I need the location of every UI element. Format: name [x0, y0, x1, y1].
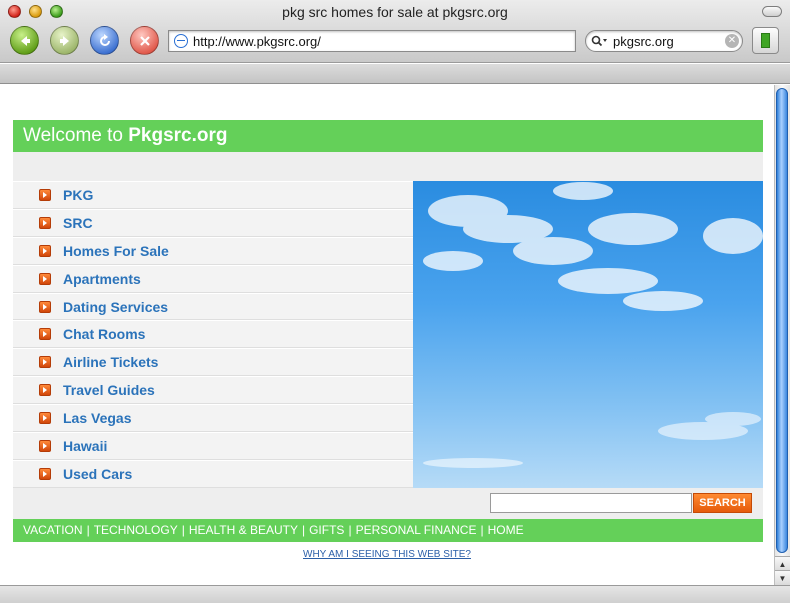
- welcome-prefix: Welcome to: [23, 125, 129, 146]
- bottom-nav-link[interactable]: TECHNOLOGY: [94, 523, 178, 537]
- bottom-nav-link[interactable]: HEALTH & BEAUTY: [189, 523, 298, 537]
- header-strip: [13, 152, 763, 181]
- orange-arrow-bullet-icon: [39, 467, 51, 480]
- orange-arrow-bullet-icon: [39, 216, 51, 229]
- link-list-item[interactable]: PKG: [13, 181, 413, 209]
- link-list-item[interactable]: Airline Tickets: [13, 348, 413, 377]
- link-list-item[interactable]: Travel Guides: [13, 376, 413, 405]
- link-list-item[interactable]: SRC: [13, 208, 413, 237]
- link-list-item[interactable]: Dating Services: [13, 292, 413, 321]
- nav-separator: |: [181, 523, 185, 537]
- stop-button[interactable]: [130, 26, 159, 55]
- reload-icon: [99, 33, 110, 46]
- reload-button[interactable]: [90, 26, 119, 55]
- link-label[interactable]: Homes For Sale: [63, 243, 169, 259]
- bottom-nav-link[interactable]: HOME: [488, 523, 524, 537]
- orange-arrow-bullet-icon: [39, 244, 51, 257]
- back-button[interactable]: [10, 26, 39, 55]
- window-title: pkg src homes for sale at pkgsrc.org: [282, 4, 508, 20]
- site-search-input[interactable]: [490, 493, 692, 513]
- browser-search-field[interactable]: ✕: [585, 30, 743, 52]
- link-list-item[interactable]: Chat Rooms: [13, 320, 413, 349]
- link-list-item[interactable]: Apartments: [13, 264, 413, 293]
- toolbar-toggle-button[interactable]: [762, 6, 782, 17]
- address-bar[interactable]: [168, 30, 576, 52]
- orange-arrow-bullet-icon: [39, 272, 51, 285]
- link-label[interactable]: Used Cars: [63, 466, 132, 482]
- link-label[interactable]: Travel Guides: [63, 382, 155, 398]
- bottom-nav-bar: VACATION | TECHNOLOGY | HEALTH & BEAUTY | GIFT…: [13, 519, 763, 542]
- url-input[interactable]: [193, 33, 563, 49]
- link-list-item[interactable]: Hawaii: [13, 432, 413, 460]
- stop-x-icon: [139, 35, 150, 46]
- back-arrow-icon: [20, 35, 30, 46]
- search-button[interactable]: SEARCH: [693, 493, 752, 513]
- scroll-up-arrow-icon[interactable]: ▲: [775, 556, 790, 571]
- nav-separator: |: [86, 523, 90, 537]
- link-label[interactable]: PKG: [63, 187, 93, 203]
- page-content: Welcome to Pkgsrc.org PKG SRC Homes For Sa…: [0, 85, 774, 585]
- orange-arrow-bullet-icon: [39, 384, 51, 397]
- orange-arrow-bullet-icon: [39, 439, 51, 452]
- orange-arrow-bullet-icon: [39, 356, 51, 369]
- window-titlebar: pkg src homes for sale at pkgsrc.org ✕: [0, 0, 790, 63]
- why-seeing-site-link[interactable]: WHY AM I SEEING THIS WEB SITE?: [0, 549, 774, 560]
- sky-photo: [413, 181, 763, 488]
- orange-arrow-bullet-icon: [39, 412, 51, 425]
- bottom-nav-link[interactable]: PERSONAL FINANCE: [356, 523, 477, 537]
- clear-icon[interactable]: ✕: [725, 34, 739, 48]
- link-list-item[interactable]: Homes For Sale: [13, 236, 413, 265]
- scroll-down-arrow-icon[interactable]: ▼: [775, 570, 790, 585]
- link-label[interactable]: Airline Tickets: [63, 354, 158, 370]
- nav-separator: |: [480, 523, 484, 537]
- orange-arrow-bullet-icon: [39, 328, 51, 341]
- site-name: Pkgsrc.org: [128, 125, 228, 146]
- scrollbar-thumb[interactable]: [776, 88, 788, 553]
- bookmarks-bar: [0, 64, 790, 84]
- site-search-row: SEARCH: [13, 488, 763, 519]
- orange-arrow-bullet-icon: [39, 300, 51, 313]
- link-label[interactable]: SRC: [63, 215, 93, 231]
- category-link-list: PKG SRC Homes For Sale Apartments Dating Ser…: [13, 181, 413, 488]
- magnifier-icon[interactable]: [591, 35, 611, 47]
- link-label[interactable]: Chat Rooms: [63, 326, 145, 342]
- forward-button[interactable]: [50, 26, 79, 55]
- link-label[interactable]: Apartments: [63, 271, 141, 287]
- forward-arrow-icon: [59, 35, 69, 46]
- link-list-item[interactable]: Used Cars: [13, 459, 413, 488]
- nav-separator: |: [301, 523, 306, 537]
- browser-search-input[interactable]: [613, 33, 723, 49]
- orange-arrow-bullet-icon: [39, 188, 51, 201]
- link-label[interactable]: Las Vegas: [63, 410, 132, 426]
- link-label[interactable]: Dating Services: [63, 299, 168, 315]
- globe-icon: [174, 34, 188, 48]
- status-bar: [0, 585, 790, 603]
- link-label[interactable]: Hawaii: [63, 438, 107, 454]
- nav-separator: |: [348, 523, 352, 537]
- bottom-nav-link[interactable]: VACATION: [23, 523, 83, 537]
- bookmark-button[interactable]: [752, 27, 779, 54]
- bookmark-icon: [761, 33, 770, 48]
- welcome-banner: Welcome to Pkgsrc.org: [13, 120, 763, 152]
- link-list-item[interactable]: Las Vegas: [13, 404, 413, 433]
- bottom-nav-link[interactable]: GIFTS: [309, 523, 344, 537]
